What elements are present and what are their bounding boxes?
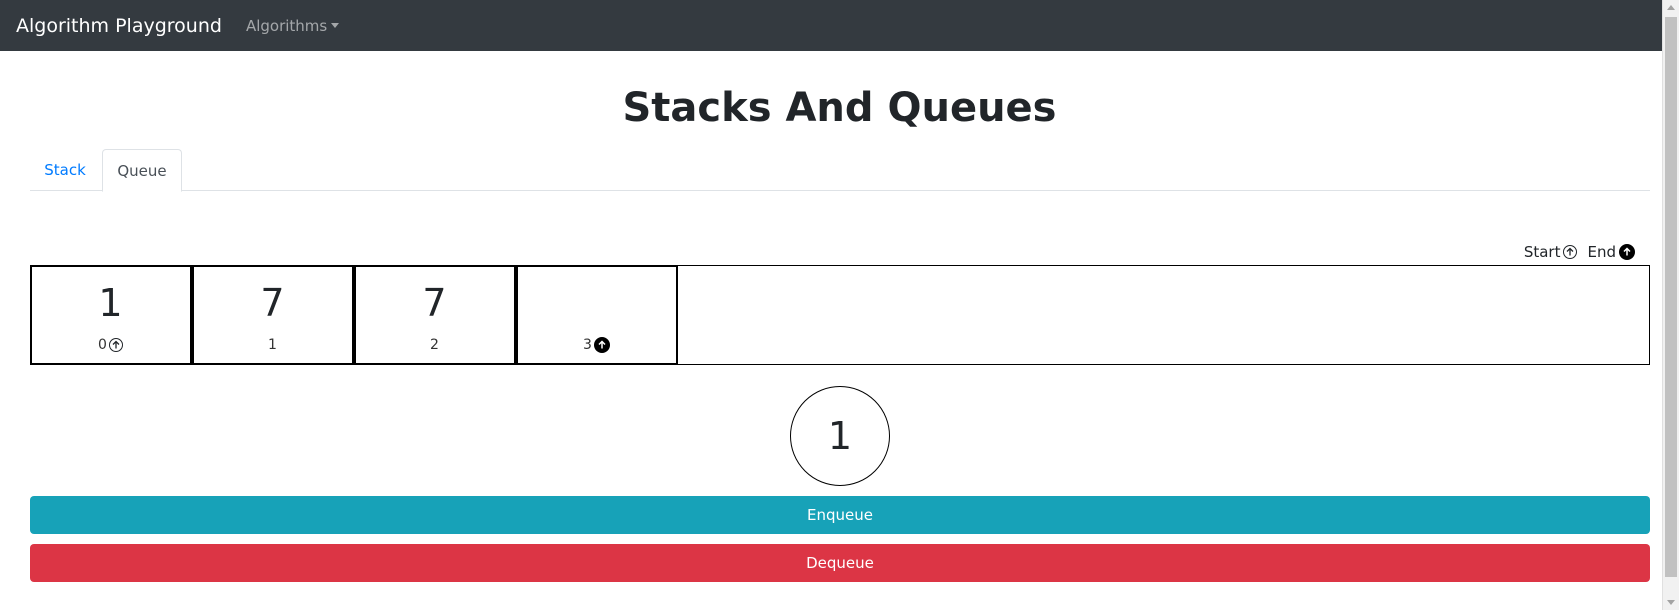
queue-cell: 3	[515, 264, 678, 365]
end-marker-icon	[1619, 244, 1635, 260]
current-value-circle: 1	[790, 386, 890, 486]
queue-legend: Start End	[1524, 243, 1635, 261]
queue-cell-value: 7	[422, 280, 447, 325]
queue-cell-value: 7	[260, 280, 285, 325]
queue-cell-index: 3	[583, 336, 592, 353]
start-marker-icon	[108, 337, 123, 352]
queue-cell: 7 1	[191, 264, 354, 365]
legend-end-label: End	[1587, 243, 1616, 261]
queue-container: 1 0 7 1 7 2 3	[29, 264, 1650, 365]
scroll-up-arrow-icon[interactable]	[1667, 5, 1675, 10]
end-marker-icon	[593, 336, 610, 353]
queue-cell-value: 1	[98, 280, 123, 325]
scroll-down-arrow-icon[interactable]	[1667, 600, 1675, 605]
start-marker-icon	[1563, 245, 1578, 259]
queue-cell-index: 2	[430, 336, 439, 353]
queue-cell-index: 0	[98, 336, 107, 353]
tab-queue[interactable]: Queue	[102, 149, 182, 192]
legend-start-label: Start	[1523, 243, 1561, 261]
queue-cell: 1 0	[29, 264, 192, 365]
algorithms-dropdown[interactable]: Algorithms	[245, 16, 340, 35]
algorithms-dropdown-label: Algorithms	[245, 16, 328, 35]
enqueue-button[interactable]: Enqueue	[30, 496, 1650, 534]
caret-down-icon	[331, 23, 340, 28]
dequeue-button[interactable]: Dequeue	[30, 544, 1650, 582]
queue-cell-index: 1	[268, 336, 277, 353]
top-navbar: Algorithm Playground Algorithms	[0, 0, 1662, 51]
page-title: Stacks And Queues	[622, 85, 1057, 131]
tab-bar: Stack Queue	[30, 149, 1650, 192]
tab-stack[interactable]: Stack	[30, 149, 100, 191]
navbar-brand[interactable]: Algorithm Playground	[16, 15, 222, 37]
queue-cell: 7 2	[353, 264, 516, 365]
